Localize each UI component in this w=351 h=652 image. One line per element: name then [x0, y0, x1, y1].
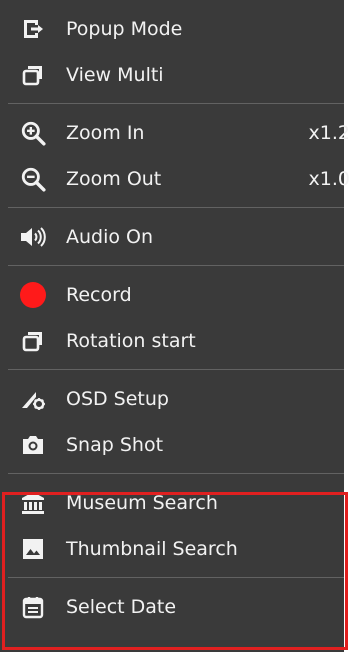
menu-separator: [0, 202, 344, 214]
zoom-out-icon: [0, 166, 66, 192]
menu-item-label: Popup Mode: [66, 18, 183, 40]
menu-item-thumbnail-search[interactable]: Thumbnail Search: [0, 526, 344, 572]
menu-item-rotation-start[interactable]: Rotation start: [0, 318, 344, 364]
menu-separator: [0, 260, 344, 272]
camera-icon: [0, 433, 66, 457]
menu-item-label: Zoom Out: [66, 168, 162, 190]
menu-item-record[interactable]: Record: [0, 272, 344, 318]
zoom-out-level: x1.0: [308, 168, 350, 190]
menu-item-label: Rotation start: [66, 330, 196, 352]
menu-item-select-date[interactable]: Select Date: [0, 584, 344, 630]
menu-item-zoom-out[interactable]: Zoom Out x1.0: [0, 156, 350, 202]
speaker-icon: [0, 225, 66, 249]
zoom-in-level: x1.2: [308, 122, 350, 144]
stacked-windows-icon: [0, 63, 66, 87]
menu-item-label: Thumbnail Search: [66, 538, 238, 560]
record-dot-icon: [0, 281, 66, 309]
menu-item-label: Audio On: [66, 226, 154, 248]
menu-separator: [0, 98, 344, 110]
menu-item-label: Record: [66, 284, 132, 306]
menu-separator: [0, 364, 344, 376]
menu-item-popup-mode[interactable]: Popup Mode: [0, 6, 344, 52]
image-icon: [0, 537, 66, 561]
museum-icon: [0, 490, 66, 516]
zoom-in-icon: [0, 120, 66, 146]
osd-settings-icon: [0, 386, 66, 412]
context-menu: Popup Mode View Multi Zoom In x1.2 Zoom …: [0, 0, 350, 652]
menu-item-label: View Multi: [66, 64, 164, 86]
menu-item-label: Select Date: [66, 596, 177, 618]
menu-item-osd-setup[interactable]: OSD Setup: [0, 376, 344, 422]
menu-item-museum-search[interactable]: Museum Search: [0, 480, 344, 526]
calendar-icon: [0, 595, 66, 619]
stacked-windows-icon: [0, 329, 66, 353]
menu-item-label: Museum Search: [66, 492, 218, 514]
menu-item-label: Zoom In: [66, 122, 145, 144]
menu-item-snap-shot[interactable]: Snap Shot: [0, 422, 344, 468]
menu-item-label: OSD Setup: [66, 388, 169, 410]
menu-item-zoom-in[interactable]: Zoom In x1.2: [0, 110, 350, 156]
menu-item-label: Snap Shot: [66, 434, 164, 456]
menu-separator: [0, 468, 344, 480]
menu-separator: [0, 572, 344, 584]
popup-exit-icon: [0, 17, 66, 41]
menu-item-audio-on[interactable]: Audio On: [0, 214, 344, 260]
menu-item-view-multi[interactable]: View Multi: [0, 52, 344, 98]
